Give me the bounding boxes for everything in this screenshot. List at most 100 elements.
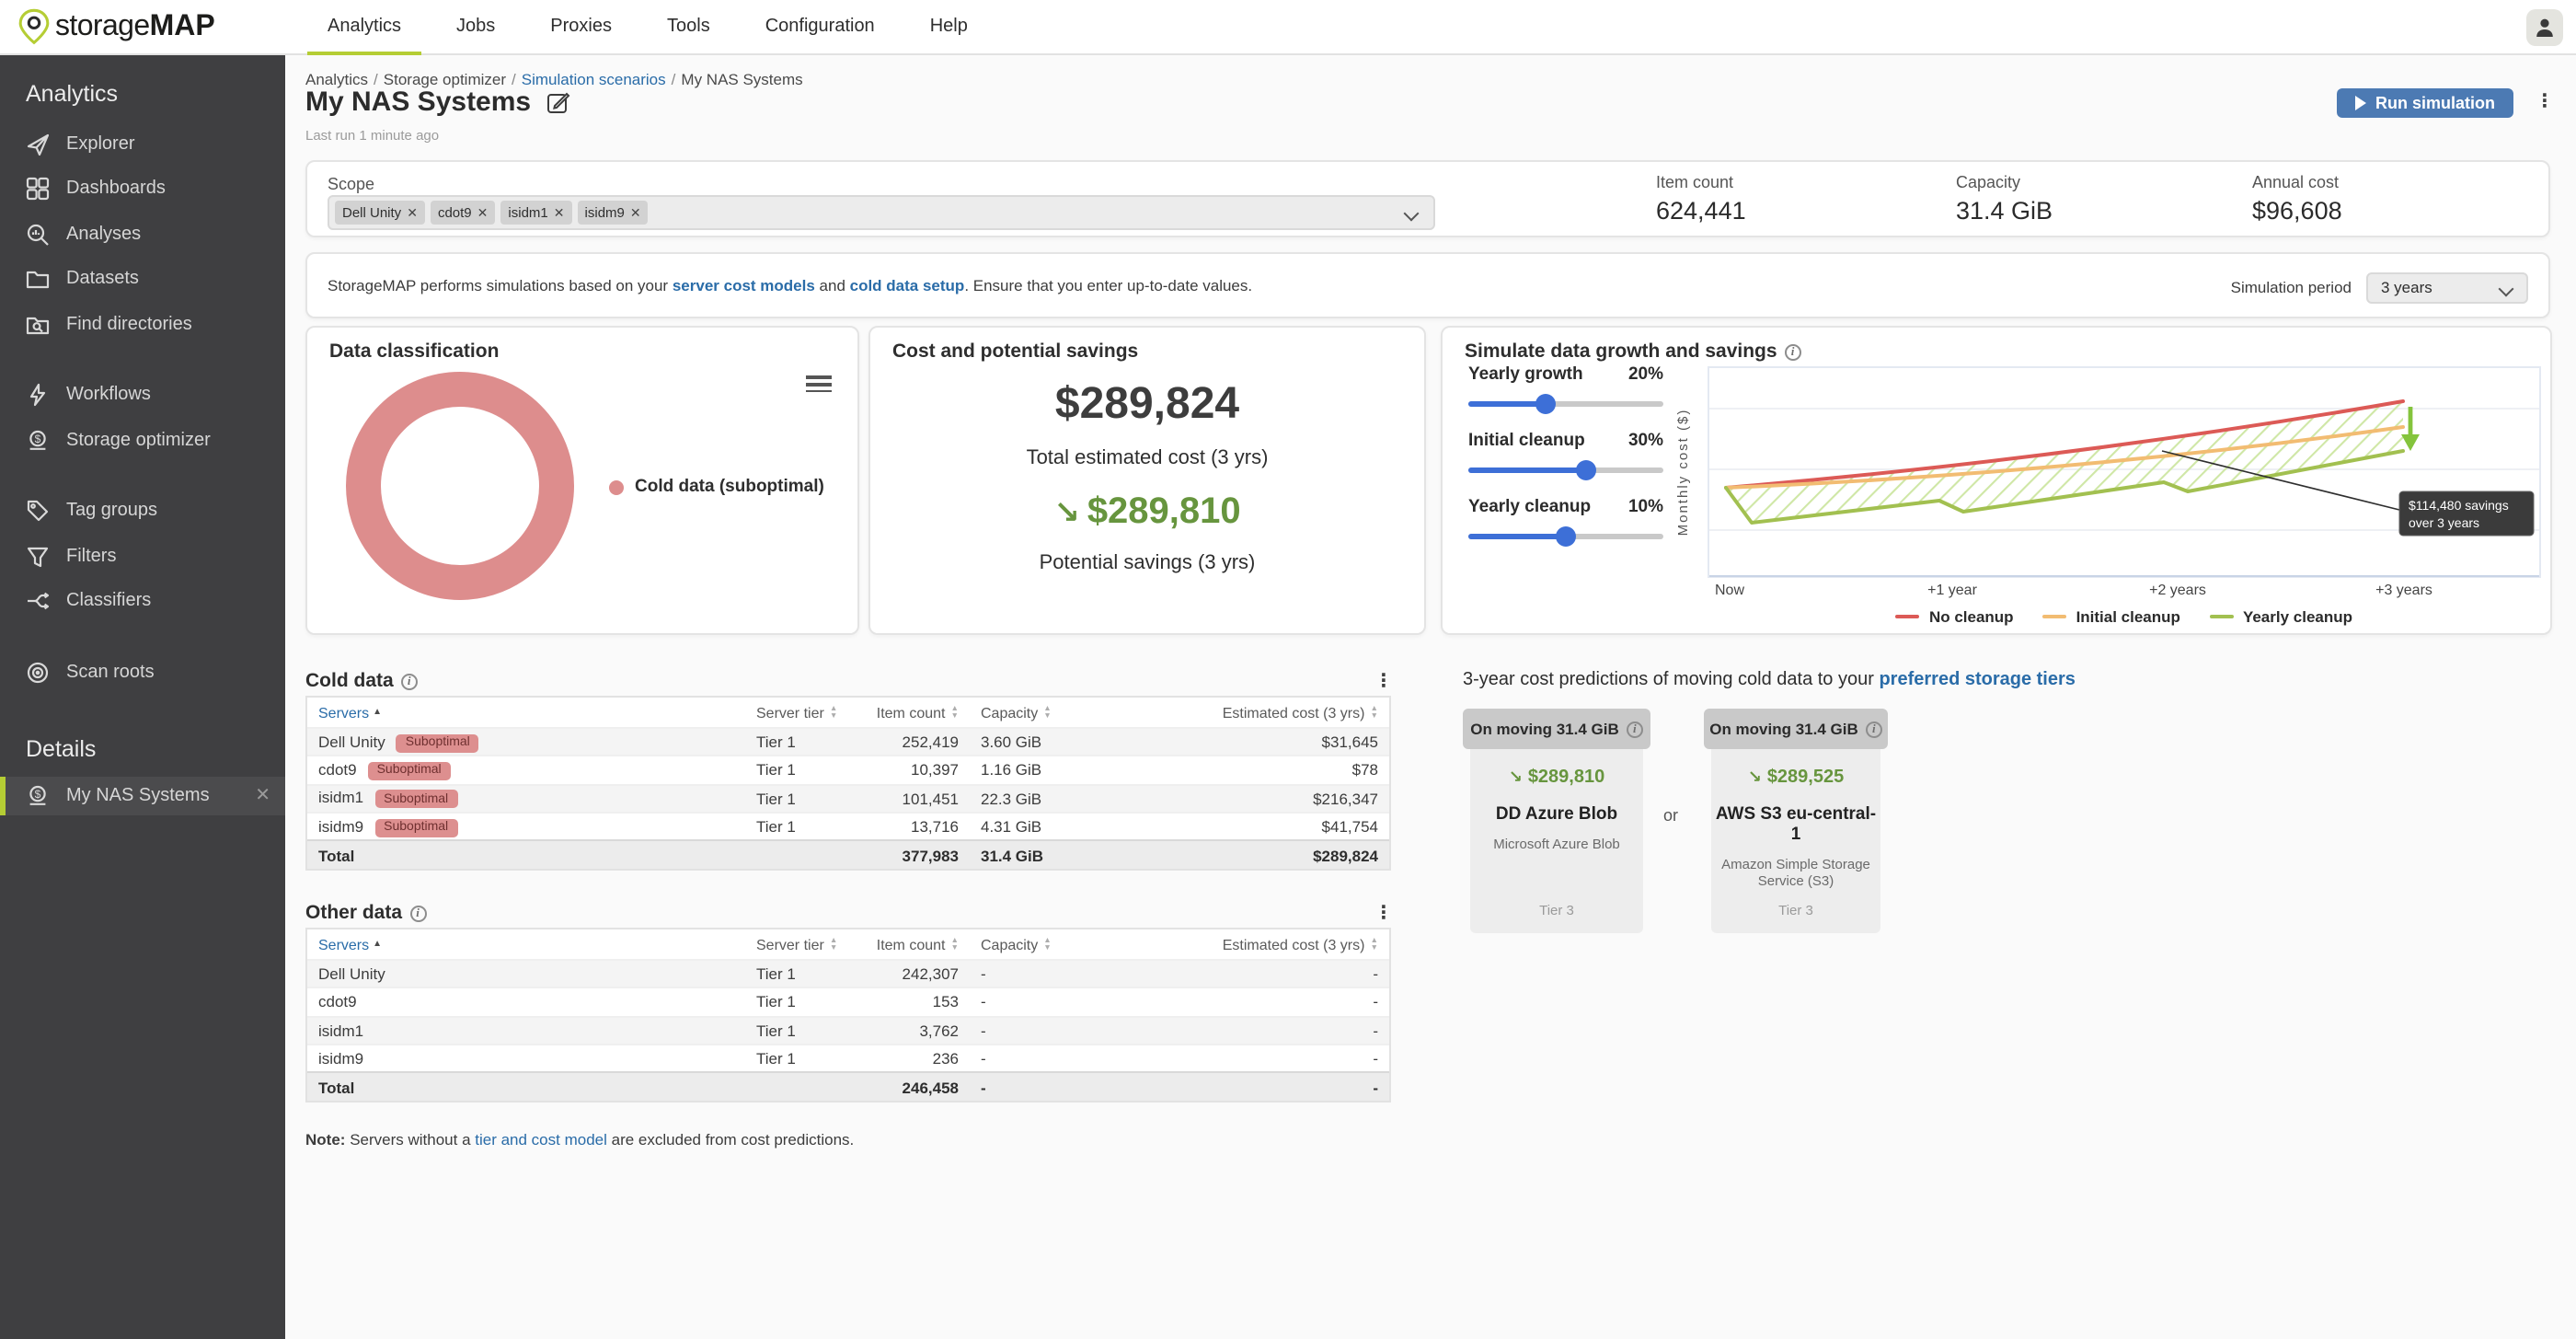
sidebar-item-label: Dashboards	[66, 179, 166, 200]
tier-cost-model-link[interactable]: tier and cost model	[475, 1130, 607, 1149]
legend-initial-cleanup[interactable]: Initial cleanup	[2043, 607, 2180, 626]
sidebar-item-workflows[interactable]: Workflows	[0, 373, 285, 418]
sidebar-item-scan-roots[interactable]: Scan roots	[0, 650, 285, 695]
slider-thumb[interactable]	[1536, 394, 1557, 414]
run-simulation-button[interactable]: Run simulation	[2337, 88, 2513, 118]
cold-data-setup-link[interactable]: cold data setup	[850, 276, 965, 294]
prediction-savings: ↘$289,525	[1748, 768, 1845, 788]
info-icon[interactable]: i	[1785, 344, 1801, 361]
chevron-down-icon	[2501, 281, 2513, 294]
scope-tag[interactable]: cdot9✕	[431, 201, 495, 225]
user-icon	[2534, 17, 2556, 39]
sidebar-details-item-my-nas-systems[interactable]: $ My NAS Systems ✕	[0, 776, 285, 814]
prediction-tier: Tier 3	[1539, 902, 1574, 918]
slider-value: 20%	[1628, 364, 1663, 385]
table-total-row: Total377,98331.4 GiB$289,824	[307, 839, 1389, 869]
nav-tab-jobs[interactable]: Jobs	[436, 0, 515, 55]
preferred-storage-tiers-link[interactable]: preferred storage tiers	[1879, 670, 2075, 690]
info-icon[interactable]: i	[409, 906, 426, 922]
edit-title-icon[interactable]	[546, 90, 569, 114]
prediction-card-header: On moving 31.4 GiBi	[1463, 709, 1650, 749]
cold-data-title: Cold datai	[305, 670, 418, 692]
sort-item-count[interactable]: Item count	[877, 936, 959, 952]
info-icon[interactable]: i	[1866, 721, 1882, 737]
nav-tab-analytics[interactable]: Analytics	[307, 0, 421, 55]
scope-tag[interactable]: isidm1✕	[500, 201, 571, 225]
down-right-arrow-icon: ↘	[1748, 768, 1762, 786]
sidebar-item-explorer[interactable]: Explorer	[0, 121, 285, 167]
chart-tooltip: $114,480 savings over 3 years	[2399, 491, 2534, 536]
nav-tab-help[interactable]: Help	[910, 0, 988, 55]
svg-text:over 3 years: over 3 years	[2409, 515, 2479, 530]
nav-tab-tools[interactable]: Tools	[647, 0, 730, 55]
donut-legend[interactable]: Cold data (suboptimal)	[609, 477, 824, 497]
prediction-card-aws: ↘$289,525 AWS S3 eu-central-1 Amazon Sim…	[1711, 749, 1880, 933]
page-kebab-menu-icon[interactable]	[2536, 94, 2550, 112]
breadcrumb-analytics[interactable]: Analytics	[305, 70, 368, 88]
sort-estimated-cost[interactable]: Estimated cost (3 yrs)	[1223, 936, 1378, 952]
sort-estimated-cost[interactable]: Estimated cost (3 yrs)	[1223, 704, 1378, 721]
server-cost-models-link[interactable]: server cost models	[673, 276, 815, 294]
breadcrumb-simulation-scenarios[interactable]: Simulation scenarios	[522, 70, 666, 88]
legend-yearly-cleanup[interactable]: Yearly cleanup	[2210, 607, 2352, 626]
close-icon[interactable]: ✕	[255, 785, 270, 805]
sidebar-item-label: Storage optimizer	[66, 431, 211, 451]
remove-tag-icon[interactable]: ✕	[477, 205, 489, 220]
savings-value: ↘$289,810	[870, 491, 1424, 534]
sidebar-item-label: Explorer	[66, 134, 135, 155]
scope-multiselect[interactable]: Dell Unity✕ cdot9✕ isidm1✕ isidm9✕	[328, 195, 1435, 230]
info-icon[interactable]: i	[1627, 721, 1643, 737]
down-right-arrow-icon: ↘	[1509, 768, 1523, 786]
user-menu-button[interactable]	[2526, 9, 2563, 46]
prediction-card-header: On moving 31.4 GiBi	[1704, 709, 1888, 749]
sidebar-item-analyses[interactable]: Analyses	[0, 212, 285, 257]
simulation-period-select[interactable]: 3 years	[2366, 271, 2528, 303]
breadcrumb-storage-optimizer[interactable]: Storage optimizer	[384, 70, 506, 88]
sort-servers[interactable]: Servers	[318, 704, 382, 721]
play-icon	[2355, 96, 2366, 110]
sidebar-item-label: Workflows	[66, 386, 151, 406]
sidebar-item-dashboards[interactable]: Dashboards	[0, 167, 285, 212]
other-data-table: Servers Server tier Item count Capacity …	[305, 928, 1391, 1102]
remove-tag-icon[interactable]: ✕	[407, 205, 418, 220]
nav-tab-proxies[interactable]: Proxies	[530, 0, 632, 55]
slider-track[interactable]	[1468, 467, 1663, 473]
sort-icon	[1043, 937, 1052, 952]
slider-thumb[interactable]	[1556, 526, 1576, 547]
sort-server-tier[interactable]: Server tier	[756, 704, 837, 721]
scope-tag[interactable]: Dell Unity✕	[335, 201, 425, 225]
simulation-sliders: Yearly growth20% Initial cleanup30% Year…	[1468, 364, 1663, 563]
sidebar-item-storage-optimizer[interactable]: $ Storage optimizer	[0, 418, 285, 463]
top-bar: storageMAP Analytics Jobs Proxies Tools …	[0, 0, 2576, 55]
sort-item-count[interactable]: Item count	[877, 704, 959, 721]
sort-capacity[interactable]: Capacity	[981, 704, 1052, 721]
card-title: Cost and potential savings	[892, 341, 1138, 363]
sidebar-item-datasets[interactable]: Datasets	[0, 257, 285, 302]
cold-data-kebab-icon[interactable]	[1374, 674, 1389, 692]
sidebar-item-filters[interactable]: Filters	[0, 534, 285, 579]
sidebar-item-find-directories[interactable]: Find directories	[0, 302, 285, 347]
slider-track[interactable]	[1468, 534, 1663, 539]
sidebar-item-classifiers[interactable]: Classifiers	[0, 579, 285, 624]
other-data-kebab-icon[interactable]	[1374, 906, 1389, 924]
sort-server-tier[interactable]: Server tier	[756, 936, 837, 952]
table-row: Dell UnitySuboptimal Tier 1252,4193.60 G…	[307, 727, 1389, 756]
chart-menu-icon[interactable]	[806, 375, 832, 394]
slider-track[interactable]	[1468, 401, 1663, 407]
info-icon[interactable]: i	[401, 674, 418, 690]
cold-data-table: Servers Server tier Item count Capacity …	[305, 696, 1391, 871]
breadcrumb-separator: /	[672, 70, 676, 88]
sort-servers[interactable]: Servers	[318, 936, 382, 952]
sort-icon	[1370, 705, 1378, 720]
scope-tag[interactable]: isidm9✕	[578, 201, 649, 225]
sidebar-item-tag-groups[interactable]: Tag groups	[0, 489, 285, 534]
remove-tag-icon[interactable]: ✕	[554, 205, 565, 220]
remove-tag-icon[interactable]: ✕	[630, 205, 641, 220]
nav-tab-configuration[interactable]: Configuration	[745, 0, 895, 55]
storagemap-logo[interactable]: storageMAP	[17, 7, 215, 46]
scope-tags: Dell Unity✕ cdot9✕ isidm1✕ isidm9✕	[335, 201, 1406, 225]
slider-thumb[interactable]	[1575, 460, 1595, 480]
legend-no-cleanup[interactable]: No cleanup	[1896, 607, 2014, 626]
chart-legend: No cleanup Initial cleanup Yearly cleanu…	[1708, 607, 2541, 626]
sort-capacity[interactable]: Capacity	[981, 936, 1052, 952]
